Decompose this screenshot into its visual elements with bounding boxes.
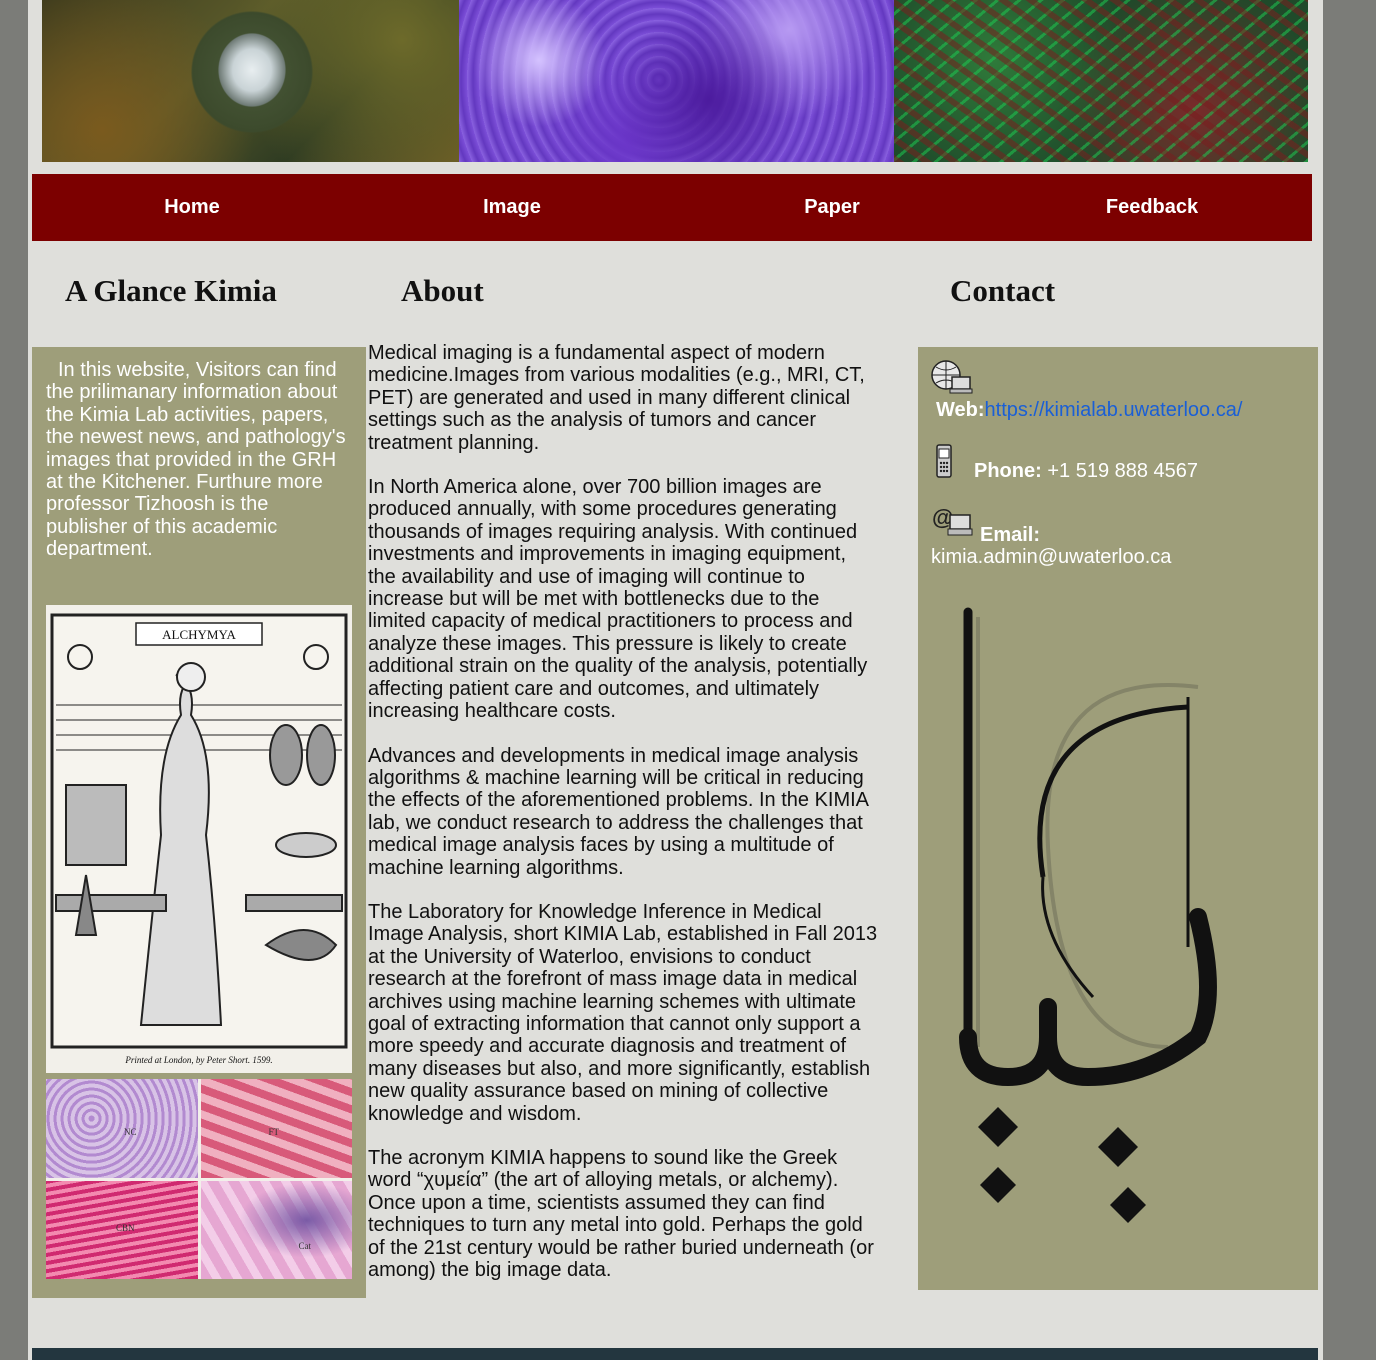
about-paragraph: The acronym KIMIA happens to sound like … [368, 1147, 874, 1282]
web-link[interactable]: https://kimialab.uwaterloo.ca/ [985, 399, 1243, 421]
histo-panel-ft: FT [200, 1079, 352, 1178]
kimia-calligraphy-logo [959, 607, 1217, 1223]
histo-label: NC [124, 1127, 137, 1137]
banner-image-tissue-section [42, 0, 459, 162]
web-label: Web: [936, 399, 985, 421]
email-label: Email: [980, 524, 1041, 546]
footer-bar [32, 1348, 1318, 1360]
contact-panel: Web:https://kimialab.uwaterloo.ca/ Phone… [918, 347, 1318, 1290]
email-computer-icon: @ [932, 505, 973, 536]
phone-value: +1 519 888 4567 [1047, 460, 1199, 482]
about-heading: About [401, 273, 484, 308]
histo-panel-nc: NC [46, 1079, 198, 1178]
banner-image-purple-cells [459, 0, 894, 162]
banner-image-green-network [894, 0, 1308, 162]
about-paragraph: The Laboratory for Knowledge Inference i… [368, 900, 878, 1125]
glance-heading: A Glance Kimia [65, 273, 277, 308]
web-row: Web:https://kimialab.uwaterloo.ca/ [936, 399, 1242, 422]
glance-panel: In this website, Visitors can find the p… [32, 347, 366, 1298]
header-banner [42, 0, 1308, 162]
alchymya-caption: Printed at London, by Peter Short. 1599. [124, 1055, 272, 1065]
email-value[interactable]: kimia.admin@uwaterloo.ca [931, 546, 1171, 568]
mobile-phone-icon [936, 444, 952, 478]
histo-panel-cbn: CBN [46, 1180, 198, 1279]
about-paragraph: In North America alone, over 700 billion… [368, 476, 868, 723]
about-section: Medical imaging is a fundamental aspect … [368, 342, 878, 1303]
nav-image[interactable]: Image [352, 174, 672, 241]
email-label-row: Email: [980, 524, 1040, 547]
phone-label: Phone: [974, 460, 1042, 482]
histo-panel-cat: Cat [200, 1180, 352, 1279]
nav-home[interactable]: Home [32, 174, 352, 241]
histo-label: CBN [116, 1222, 135, 1233]
about-paragraph: Advances and developments in medical ima… [368, 744, 868, 879]
contact-heading: Contact [950, 273, 1056, 308]
histology-grid-image: NC FT CBN Cat [46, 1079, 352, 1279]
nav-feedback[interactable]: Feedback [992, 174, 1312, 241]
about-paragraph: Medical imaging is a fundamental aspect … [368, 342, 865, 454]
nav-paper[interactable]: Paper [672, 174, 992, 241]
email-value-row: kimia.admin@uwaterloo.ca [931, 546, 1171, 569]
histo-label: Cat [298, 1240, 312, 1251]
histo-label: FT [268, 1127, 280, 1137]
alchymya-engraving-image: ALCHYMYA Printed at London, by Peter Sho… [46, 605, 352, 1073]
phone-row: Phone: +1 519 888 4567 [974, 460, 1198, 483]
globe-computer-icon [931, 360, 973, 394]
page-container: Home Image Paper Feedback A Glance Kimia… [28, 0, 1323, 1360]
alchymya-title-text: ALCHYMYA [162, 627, 236, 642]
main-nav: Home Image Paper Feedback [32, 174, 1312, 241]
glance-intro-text: In this website, Visitors can find the p… [46, 359, 346, 561]
